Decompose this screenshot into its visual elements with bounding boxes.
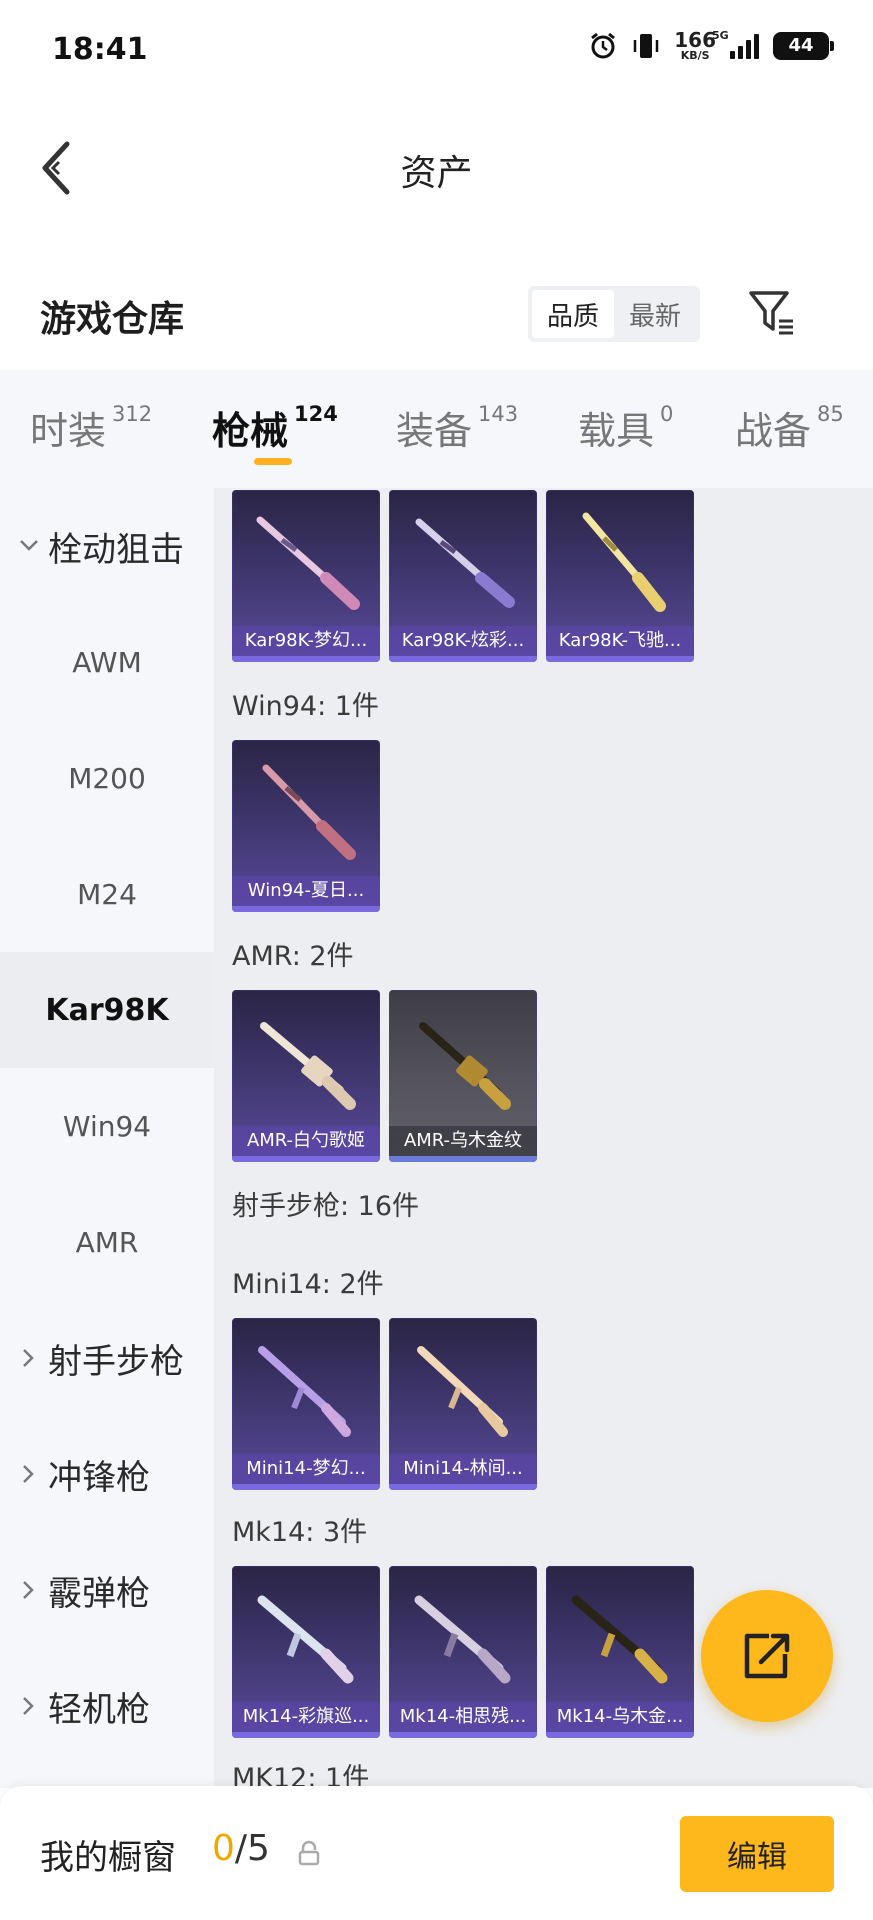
- status-icons: 166 KB/S 5G 44: [588, 28, 834, 62]
- filter-icon: [749, 291, 793, 335]
- share-icon: [744, 1633, 790, 1679]
- rifle-icon: [582, 512, 666, 612]
- rifle-icon: [571, 1595, 668, 1684]
- item-card[interactable]: Mini14-梦幻...: [232, 1318, 380, 1490]
- item-card[interactable]: Mk14-彩旗巡...: [232, 1566, 380, 1738]
- vibrate-icon: [632, 31, 660, 61]
- chevron-right-icon: [18, 1463, 40, 1485]
- tab-equipment[interactable]: 装备 143: [396, 400, 518, 455]
- item-name: AMR-乌木金纹: [389, 1126, 537, 1156]
- sidebar-group-shotgun[interactable]: 霰弹枪: [0, 1532, 214, 1648]
- item-card[interactable]: AMR-白勺歌姬: [232, 990, 380, 1162]
- item-card[interactable]: Win94-夏日...: [232, 740, 380, 912]
- category-tabs: 时装 312 枪械 124 装备 143 载具 0 战备 85: [0, 370, 873, 488]
- header: 资产: [0, 100, 873, 230]
- sort-quality-button[interactable]: 品质: [532, 290, 614, 338]
- item-card[interactable]: Mk14-乌木金...: [546, 1566, 694, 1738]
- battery-icon: 44: [773, 31, 834, 60]
- rifle-icon: [414, 1595, 511, 1684]
- status-bar: 18:41 166 KB/S 5G 44: [0, 0, 873, 100]
- item-card[interactable]: Mk14-相思残...: [389, 1566, 537, 1738]
- item-card[interactable]: Kar98K-炫彩...: [389, 490, 537, 662]
- sidebar-item-m200[interactable]: M200: [0, 720, 214, 836]
- lock-icon: [298, 1840, 320, 1866]
- section-label-mini14: Mini14: 2件: [232, 1269, 384, 1300]
- section-label-win94: Win94: 1件: [232, 691, 379, 722]
- item-card[interactable]: Kar98K-飞驰...: [546, 490, 694, 662]
- sidebar-item-win94[interactable]: Win94: [0, 1068, 214, 1184]
- sort-toggle: 品质 最新: [528, 286, 700, 342]
- item-card[interactable]: Kar98K-梦幻...: [232, 490, 380, 662]
- tab-fashion[interactable]: 时装 312: [30, 400, 152, 455]
- showcase-bar: 我的橱窗 0/5 编辑: [0, 1786, 873, 1920]
- rifle-icon: [256, 516, 360, 610]
- sidebar-group-smg[interactable]: 冲锋枪: [0, 1416, 214, 1532]
- rifle-icon: [417, 1346, 508, 1437]
- item-card[interactable]: Mini14-林间...: [389, 1318, 537, 1490]
- warehouse-header: 游戏仓库 品质 最新: [0, 270, 873, 360]
- weapon-sidebar: 栓动狙击 AWM M200 M24 Kar98K Win94 AMR 射手步枪 …: [0, 488, 214, 1788]
- sidebar-item-m24[interactable]: M24: [0, 836, 214, 952]
- tab-firearms[interactable]: 枪械 124: [212, 400, 338, 455]
- rifle-icon: [258, 1346, 351, 1437]
- item-name: Mini14-林间...: [389, 1454, 537, 1484]
- sidebar-item-kar98k[interactable]: Kar98K: [0, 952, 214, 1068]
- active-tab-indicator: [254, 458, 292, 465]
- status-time: 18:41: [52, 32, 148, 67]
- rifle-icon: [415, 518, 515, 608]
- warehouse-title: 游戏仓库: [40, 299, 185, 340]
- item-name: Mk14-彩旗巡...: [232, 1702, 380, 1732]
- net-speed: 166 KB/S: [674, 28, 716, 62]
- item-name: Mk14-相思残...: [389, 1702, 537, 1732]
- rifle-icon: [260, 1022, 356, 1110]
- chevron-right-icon: [18, 1347, 40, 1369]
- item-name: AMR-白勺歌姬: [232, 1126, 380, 1156]
- item-name: Kar98K-梦幻...: [232, 626, 380, 656]
- sidebar-group-dmr[interactable]: 射手步枪: [0, 1300, 214, 1416]
- showcase-label: 我的橱窗: [40, 1838, 176, 1878]
- tab-supplies[interactable]: 战备 85: [735, 400, 844, 455]
- page-title: 资产: [400, 153, 473, 194]
- sidebar-item-awm[interactable]: AWM: [0, 604, 214, 720]
- showcase-count: 0/5: [212, 1828, 270, 1869]
- rifle-icon: [257, 1595, 354, 1684]
- sort-newest-button[interactable]: 最新: [614, 290, 696, 338]
- signal-icon: 5G: [712, 29, 759, 59]
- chevron-down-icon: [18, 535, 40, 557]
- alarm-icon: [588, 31, 618, 61]
- section-label-mk12: MK12: 1件: [232, 1763, 370, 1788]
- tab-vehicles[interactable]: 载具 0: [578, 400, 673, 455]
- sidebar-group-bolt-action[interactable]: 栓动狙击: [0, 488, 214, 604]
- rifle-icon: [262, 764, 356, 860]
- share-button[interactable]: [701, 1590, 833, 1722]
- section-label-amr: AMR: 2件: [232, 941, 354, 972]
- filter-button[interactable]: [744, 284, 800, 340]
- item-name: Kar98K-炫彩...: [389, 626, 537, 656]
- section-label-dmr: 射手步枪: 16件: [232, 1191, 420, 1222]
- item-name: Win94-夏日...: [232, 876, 380, 906]
- item-card[interactable]: AMR-乌木金纹: [389, 990, 537, 1162]
- edit-button[interactable]: 编辑: [680, 1816, 834, 1892]
- item-name: Kar98K-飞驰...: [546, 626, 694, 656]
- sidebar-group-lmg[interactable]: 轻机枪: [0, 1648, 214, 1764]
- sidebar-item-amr[interactable]: AMR: [0, 1184, 214, 1300]
- rifle-icon: [419, 1022, 511, 1110]
- item-name: Mk14-乌木金...: [546, 1702, 694, 1732]
- chevron-right-icon: [18, 1695, 40, 1717]
- section-label-mk14: Mk14: 3件: [232, 1517, 368, 1548]
- chevron-right-icon: [18, 1579, 40, 1601]
- item-name: Mini14-梦幻...: [232, 1454, 380, 1484]
